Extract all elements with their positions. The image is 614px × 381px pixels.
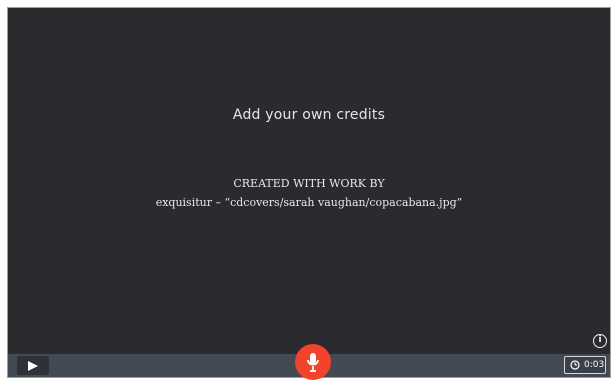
control-bar: 0:03: [8, 344, 610, 380]
credits-title: Add your own credits: [232, 107, 386, 123]
info-icon[interactable]: i: [593, 334, 607, 348]
duration-value: 0:03: [584, 360, 605, 370]
clock-icon: [570, 360, 580, 370]
microphone-icon: [307, 353, 319, 372]
duration-button[interactable]: 0:03: [564, 356, 606, 374]
slide-stage: Add your own credits CREATED WITH WORK B…: [8, 8, 610, 354]
credit-attribution: exquisitur – “cdcovers/sarah vaughan/cop…: [155, 196, 463, 209]
editor-frame: Add your own credits CREATED WITH WORK B…: [7, 7, 611, 380]
created-with-label: CREATED WITH WORK BY: [233, 177, 385, 190]
play-button[interactable]: [17, 356, 49, 375]
record-button[interactable]: [295, 344, 331, 380]
play-icon: [28, 361, 38, 371]
